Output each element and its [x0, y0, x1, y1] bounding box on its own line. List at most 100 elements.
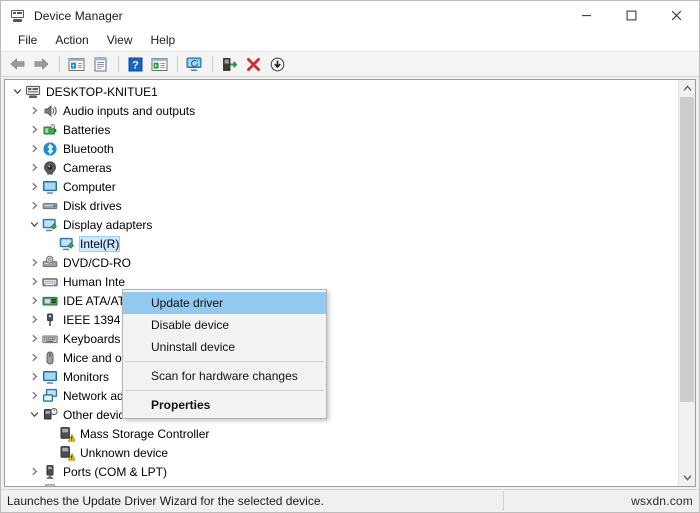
context-menu-item[interactable]: Update driver — [123, 292, 326, 314]
forward-button[interactable] — [30, 54, 52, 75]
tree-item-label: IDE ATA/AT — [63, 293, 126, 308]
tree-item[interactable]: Bluetooth — [5, 139, 678, 158]
disable-device-button[interactable] — [266, 54, 288, 75]
tree-item-label: Disk drives — [63, 198, 122, 213]
status-divider — [503, 491, 504, 511]
context-menu-separator — [125, 361, 324, 362]
window-title: Device Manager — [34, 8, 123, 23]
client-area: DESKTOP-KNITUE1 Audio inputs and outputs… — [1, 77, 699, 489]
tree-item[interactable]: Network adapters — [5, 386, 678, 405]
scrollbar-track[interactable] — [679, 97, 695, 469]
svg-text:?: ? — [132, 59, 139, 71]
warning-device-icon — [59, 426, 76, 442]
menu-action[interactable]: Action — [46, 31, 97, 50]
context-menu-item[interactable]: Disable device — [123, 314, 326, 336]
chevron-right-icon[interactable] — [26, 196, 42, 215]
status-message: Launches the Update Driver Wizard for th… — [7, 494, 324, 508]
maximize-button[interactable] — [609, 1, 654, 30]
chevron-right-icon[interactable] — [26, 120, 42, 139]
tree-item[interactable]: Monitors — [5, 367, 678, 386]
back-button[interactable] — [6, 54, 28, 75]
chevron-right-icon[interactable] — [26, 291, 42, 310]
tree-item-label: Print queues — [63, 484, 130, 487]
tree-item[interactable]: IDE ATA/AT — [5, 291, 678, 310]
chevron-down-icon[interactable] — [9, 82, 25, 101]
tree-item[interactable]: Ports (COM & LPT) — [5, 462, 678, 481]
tree-item[interactable]: Disk drives — [5, 196, 678, 215]
disk-drive-icon — [42, 198, 58, 214]
tree-item[interactable]: ? Other devices — [5, 405, 678, 424]
chevron-down-icon[interactable] — [26, 405, 42, 424]
menu-view[interactable]: View — [98, 31, 142, 50]
chevron-right-icon[interactable] — [26, 177, 42, 196]
tree-item-label: Cameras — [63, 160, 112, 175]
statusbar: Launches the Update Driver Wizard for th… — [1, 489, 699, 512]
tree-item-label: Audio inputs and outputs — [63, 103, 196, 118]
hid-icon — [42, 274, 58, 290]
tree-item[interactable]: Batteries — [5, 120, 678, 139]
device-tree-pane[interactable]: DESKTOP-KNITUE1 Audio inputs and outputs… — [4, 79, 696, 487]
tree-root-label: DESKTOP-KNITUE1 — [46, 84, 158, 99]
context-menu-item[interactable]: Uninstall device — [123, 336, 326, 358]
chevron-right-icon[interactable] — [26, 310, 42, 329]
tree-item[interactable]: Unknown device — [5, 443, 678, 462]
scrollbar-thumb[interactable] — [680, 97, 694, 403]
help-button[interactable]: ? — [124, 54, 146, 75]
chevron-right-icon[interactable] — [26, 462, 42, 481]
tree-item[interactable]: Computer — [5, 177, 678, 196]
toolbar-separator-4 — [212, 56, 213, 72]
chevron-right-icon[interactable] — [26, 386, 42, 405]
chevron-right-icon[interactable] — [26, 329, 42, 348]
context-menu-item[interactable]: Scan for hardware changes — [123, 365, 326, 387]
svg-text:?: ? — [53, 409, 56, 415]
tree-item[interactable]: DVD/CD-RO — [5, 253, 678, 272]
keyboard-icon — [42, 331, 58, 347]
vertical-scrollbar[interactable] — [678, 80, 695, 486]
chevron-right-icon[interactable] — [26, 101, 42, 120]
tree-item[interactable]: Display adapters — [5, 215, 678, 234]
scan-hardware-changes-button[interactable] — [183, 54, 205, 75]
tree-item-label: Display adapters — [63, 217, 153, 232]
tree-item-label: Monitors — [63, 369, 110, 384]
chevron-right-icon[interactable] — [26, 348, 42, 367]
uninstall-device-button[interactable] — [242, 54, 264, 75]
scroll-up-arrow-icon[interactable] — [679, 80, 695, 97]
chevron-right-icon[interactable] — [26, 367, 42, 386]
action-pane-button[interactable] — [148, 54, 170, 75]
chevron-right-icon[interactable] — [26, 139, 42, 158]
tree-item[interactable]: Keyboards — [5, 329, 678, 348]
tree-item-label: Mass Storage Controller — [80, 426, 210, 441]
console-tree-button[interactable] — [65, 54, 87, 75]
tree-root-item[interactable]: DESKTOP-KNITUE1 — [5, 82, 678, 101]
warning-device-icon — [59, 445, 76, 461]
tree-item[interactable]: IEEE 1394 h — [5, 310, 678, 329]
device-tree[interactable]: DESKTOP-KNITUE1 Audio inputs and outputs… — [5, 80, 678, 486]
tree-item[interactable]: Intel(R) — [5, 234, 678, 253]
device-manager-window: Device Manager File Action View Help ? D… — [0, 0, 700, 513]
tree-item-label: Bluetooth — [63, 141, 114, 156]
context-menu-item[interactable]: Properties — [123, 394, 326, 416]
chevron-right-icon[interactable] — [26, 272, 42, 291]
menu-file[interactable]: File — [9, 31, 46, 50]
tree-item[interactable]: Mice and ot — [5, 348, 678, 367]
chevron-right-icon[interactable] — [26, 253, 42, 272]
chevron-right-icon[interactable] — [26, 481, 42, 486]
close-button[interactable] — [654, 1, 699, 30]
chevron-down-icon[interactable] — [26, 215, 42, 234]
context-menu-separator — [125, 390, 324, 391]
chevron-right-icon[interactable] — [26, 158, 42, 177]
scroll-down-arrow-icon[interactable] — [679, 469, 695, 486]
minimize-button[interactable] — [564, 1, 609, 30]
tree-item[interactable]: Human Inte — [5, 272, 678, 291]
properties-button[interactable] — [89, 54, 111, 75]
tree-item-label: Intel(R) — [78, 235, 121, 252]
tree-item[interactable]: Audio inputs and outputs — [5, 101, 678, 120]
tree-item[interactable]: Cameras — [5, 158, 678, 177]
menu-help[interactable]: Help — [142, 31, 185, 50]
update-driver-button[interactable] — [218, 54, 240, 75]
tree-item[interactable]: Print queues — [5, 481, 678, 486]
tree-item[interactable]: Mass Storage Controller — [5, 424, 678, 443]
context-menu[interactable]: Update driver Disable device Uninstall dev… — [122, 289, 327, 419]
other-devices-icon: ? — [42, 407, 58, 423]
toolbar-separator-1 — [59, 56, 60, 72]
